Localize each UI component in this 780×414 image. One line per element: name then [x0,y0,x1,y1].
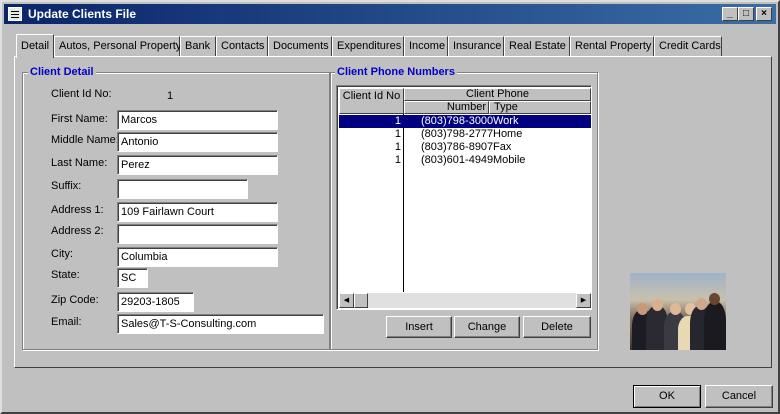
row-type: Home [493,128,523,140]
row-client-id: 1 [394,141,401,153]
tab-label: Real Estate [509,40,566,52]
tab-contacts[interactable]: Contacts [216,36,268,56]
scroll-left-button[interactable]: ◀ [339,293,354,308]
phone-numbers-grid[interactable]: Client Id No Client Phone Number Type 1 … [336,85,592,310]
delete-button-label: Delete [541,321,573,333]
tab-label: Detail [21,40,50,52]
table-row[interactable]: 1 (803)786-8907 Fax [339,141,591,154]
client-phone-numbers-legend: Client Phone Numbers [335,66,457,78]
state-field[interactable]: SC [117,268,148,288]
ok-button-label: OK [659,390,675,402]
tab-real-estate[interactable]: Real Estate [504,36,570,56]
address2-label: Address 2: [51,225,104,237]
first-name-label: First Name: [51,113,108,125]
arrow-left-icon: ◀ [343,297,350,304]
col-header-client-phone: Client Phone [404,88,591,101]
tab-insurance[interactable]: Insurance [448,36,504,56]
cancel-button[interactable]: Cancel [705,385,773,408]
tab-credit-cards[interactable]: Credit Cards [654,36,722,56]
city-field[interactable]: Columbia [117,247,278,267]
table-row[interactable]: 1 (803)601-4949 Mobile [339,154,591,167]
arrow-right-icon: ▶ [580,297,587,304]
row-client-id: 1 [394,154,401,166]
tab-rental-property[interactable]: Rental Property [570,36,654,56]
city-label: City: [51,248,73,260]
tab-expenditures[interactable]: Expenditures [332,36,404,56]
window-title: Update Clients File [28,7,137,21]
tab-bank[interactable]: Bank [180,36,216,56]
last-name-label: Last Name: [51,157,108,169]
tab-detail[interactable]: Detail [16,34,54,58]
tab-label: Contacts [221,40,265,52]
tab-label: Credit Cards [659,40,721,52]
change-button-label: Change [467,321,507,333]
table-row[interactable]: 1 (803)798-2777 Home [339,128,591,141]
row-type: Work [493,115,519,127]
tab-label: Income [409,40,446,52]
title-bar[interactable]: Update Clients File _ □ × [4,4,776,24]
insert-button[interactable]: Insert [386,316,452,338]
state-label: State: [51,269,80,281]
grid-horizontal-scrollbar[interactable]: ◀ ▶ [339,293,591,308]
middle-name-label: Middle Name: [51,134,119,146]
cancel-button-label: Cancel [721,390,757,402]
maximize-icon: □ [742,8,750,19]
insert-button-label: Insert [405,321,433,333]
row-client-id: 1 [394,128,401,140]
table-row[interactable]: 1 (803)798-3000 Work [339,115,591,128]
suffix-label: Suffix: [51,180,82,192]
scroll-thumb[interactable] [354,293,368,308]
tab-income[interactable]: Income [404,36,448,56]
tab-autos-personal-property[interactable]: Autos, Personal Property [54,36,182,56]
tab-label: Bank [185,40,211,52]
col-header-client-id[interactable]: Client Id No [339,88,404,114]
close-button[interactable]: × [756,7,772,21]
col-header-type[interactable]: Type [489,101,591,114]
ok-button[interactable]: OK [633,385,701,408]
row-number: (803)601-4949 [421,154,494,166]
address1-field[interactable]: 109 Fairlawn Court [117,202,278,222]
minimize-icon: _ [727,8,733,19]
change-button[interactable]: Change [454,316,520,338]
first-name-field[interactable]: Marcos [117,110,278,130]
maximize-button[interactable]: □ [738,7,754,21]
tab-label: Expenditures [337,40,402,52]
address2-field[interactable] [117,224,278,244]
col-header-number[interactable]: Number [404,101,489,114]
tab-label: Rental Property [575,40,652,52]
row-number: (803)798-3000 [421,115,494,127]
row-type: Fax [493,141,512,153]
tab-label: Documents [273,40,329,52]
scroll-right-button[interactable]: ▶ [576,293,591,308]
client-id-value: 1 [167,90,174,102]
suffix-field[interactable] [117,179,248,199]
email-field[interactable]: Sales@T-S-Consulting.com [117,314,324,334]
middle-name-field[interactable]: Antonio [117,132,278,152]
app-icon[interactable] [8,7,22,21]
client-photo [630,273,726,350]
zip-code-field[interactable]: 29203-1805 [117,292,194,312]
email-label: Email: [51,316,82,328]
close-icon: × [761,8,767,19]
last-name-field[interactable]: Perez [117,155,278,175]
minimize-button[interactable]: _ [722,7,738,21]
client-detail-legend: Client Detail [28,66,96,78]
tab-documents[interactable]: Documents [268,36,332,56]
row-client-id: 1 [394,115,401,127]
tab-label: Insurance [453,40,502,52]
row-type: Mobile [493,154,526,166]
zip-code-label: Zip Code: [51,294,99,306]
client-id-label: Client Id No: [51,88,112,100]
row-number: (803)798-2777 [421,128,494,140]
delete-button[interactable]: Delete [523,316,591,338]
row-number: (803)786-8907 [421,141,494,153]
address1-label: Address 1: [51,204,104,216]
tab-label: Autos, Personal Property [59,40,182,52]
